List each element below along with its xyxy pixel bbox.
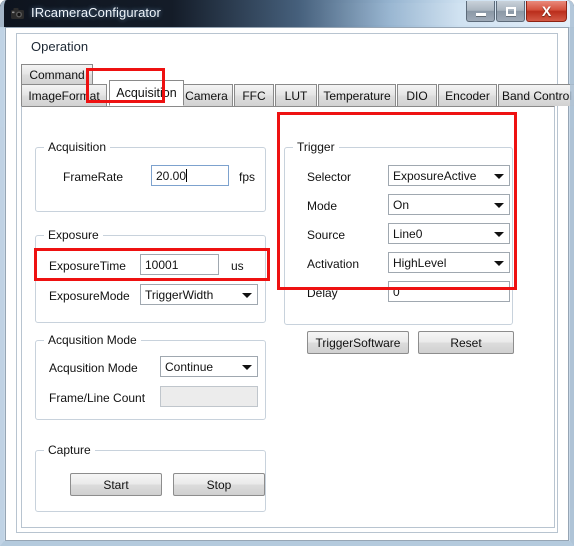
tab-bandcontrol[interactable]: Band Control — [498, 84, 574, 106]
exposuretime-value: 10001 — [145, 258, 179, 272]
chevron-down-icon — [494, 261, 504, 266]
capture-group: Capture Start Stop — [35, 443, 266, 512]
trigger-selector-value: ExposureActive — [393, 169, 477, 183]
framerate-unit-label: fps — [239, 170, 256, 184]
tab-ffc[interactable]: FFC — [234, 84, 274, 106]
tab-acquisition[interactable]: Acquisition — [109, 80, 184, 106]
trigger-delay-value: 0 — [393, 285, 400, 299]
trigger-source-value: Line0 — [393, 227, 423, 241]
tab-page-acquisition: Acquisition FrameRate 20.00 fps Exposure… — [21, 106, 555, 528]
trigger-source-combobox[interactable]: Line0 — [388, 223, 510, 244]
chevron-down-icon — [494, 232, 504, 237]
menu-bar: Operation — [17, 34, 557, 59]
trigger-activation-label: Activation — [307, 257, 360, 271]
tab-camera[interactable]: Camera — [180, 84, 233, 106]
acquisition-mode-group: Acqusition Mode Acqusition Mode Continue… — [35, 333, 266, 420]
trigger-mode-value: On — [393, 198, 410, 212]
start-button[interactable]: Start — [70, 473, 162, 496]
trigger-source-label: Source — [307, 228, 346, 242]
camera-icon — [11, 8, 24, 19]
framerate-label: FrameRate — [63, 170, 124, 184]
trigger-delay-input[interactable]: 0 — [388, 281, 510, 302]
capture-group-title: Capture — [44, 443, 95, 457]
close-button[interactable]: X — [526, 1, 567, 22]
client-area: Operation Command ImageFormat Acquisitio… — [5, 27, 574, 541]
acquisition-group: Acquisition FrameRate 20.00 fps — [35, 140, 266, 212]
stop-button[interactable]: Stop — [173, 473, 265, 496]
application-window: IRcameraConfigurator X Operation Command… — [0, 0, 574, 546]
framerate-input[interactable]: 20.00 — [151, 165, 229, 186]
trigger-mode-label: Mode — [307, 199, 338, 213]
tab-command[interactable]: Command — [21, 64, 93, 84]
maximize-icon — [505, 6, 516, 16]
text-caret — [186, 169, 188, 182]
tab-temperature[interactable]: Temperature — [318, 84, 396, 106]
close-icon: X — [541, 3, 552, 19]
exposuretime-input[interactable]: 10001 — [140, 254, 219, 275]
acquisition-group-title: Acquisition — [44, 140, 111, 154]
trigger-group-title: Trigger — [293, 140, 339, 154]
tab-imageformat[interactable]: ImageFormat — [21, 84, 107, 106]
framerate-value: 20.00 — [156, 169, 187, 183]
reset-button[interactable]: Reset — [418, 331, 514, 354]
frameline-count-label: Frame/Line Count — [49, 391, 146, 405]
trigger-selector-combobox[interactable]: ExposureActive — [388, 165, 510, 186]
trigger-activation-value: HighLevel — [393, 256, 447, 270]
trigger-delay-label: Delay — [307, 286, 338, 300]
title-bar[interactable]: IRcameraConfigurator X — [0, 0, 574, 27]
minimize-button[interactable] — [466, 1, 495, 22]
window-title: IRcameraConfigurator — [31, 5, 161, 20]
frameline-count-input[interactable] — [160, 386, 258, 407]
chevron-down-icon — [242, 365, 252, 370]
chevron-down-icon — [242, 293, 252, 298]
minimize-icon — [475, 13, 486, 16]
acquisition-mode-combobox[interactable]: Continue — [160, 356, 258, 377]
tab-encoder[interactable]: Encoder — [438, 84, 497, 106]
chevron-down-icon — [494, 174, 504, 179]
acquisition-mode-group-title: Acqusition Mode — [44, 333, 141, 347]
trigger-activation-combobox[interactable]: HighLevel — [388, 252, 510, 273]
exposuremode-combobox[interactable]: TriggerWidth — [140, 284, 258, 305]
exposure-group: Exposure ExposureTime 10001 us ExposureM… — [35, 228, 266, 323]
trigger-selector-label: Selector — [307, 170, 352, 184]
menu-item-operation[interactable]: Operation — [27, 38, 92, 55]
chevron-down-icon — [494, 203, 504, 208]
acquisition-mode-value: Continue — [165, 360, 214, 374]
tab-lut[interactable]: LUT — [275, 84, 317, 106]
exposuretime-label: ExposureTime — [49, 259, 126, 273]
exposure-group-title: Exposure — [44, 228, 103, 242]
acquisition-mode-label: Acqusition Mode — [49, 361, 138, 375]
tab-strip: Command ImageFormat Acquisition Camera F… — [21, 64, 574, 112]
triggersoftware-button[interactable]: TriggerSoftware — [307, 331, 409, 354]
main-panel: Operation Command ImageFormat Acquisitio… — [16, 33, 574, 533]
exposuremode-label: ExposureMode — [49, 289, 130, 303]
trigger-group: Trigger Selector ExposureActive Mode On … — [284, 140, 513, 325]
tab-dio[interactable]: DIO — [397, 84, 437, 106]
trigger-mode-combobox[interactable]: On — [388, 194, 510, 215]
exposuretime-unit-label: us — [231, 259, 244, 273]
maximize-button[interactable] — [496, 1, 525, 22]
exposuremode-value: TriggerWidth — [145, 288, 214, 302]
